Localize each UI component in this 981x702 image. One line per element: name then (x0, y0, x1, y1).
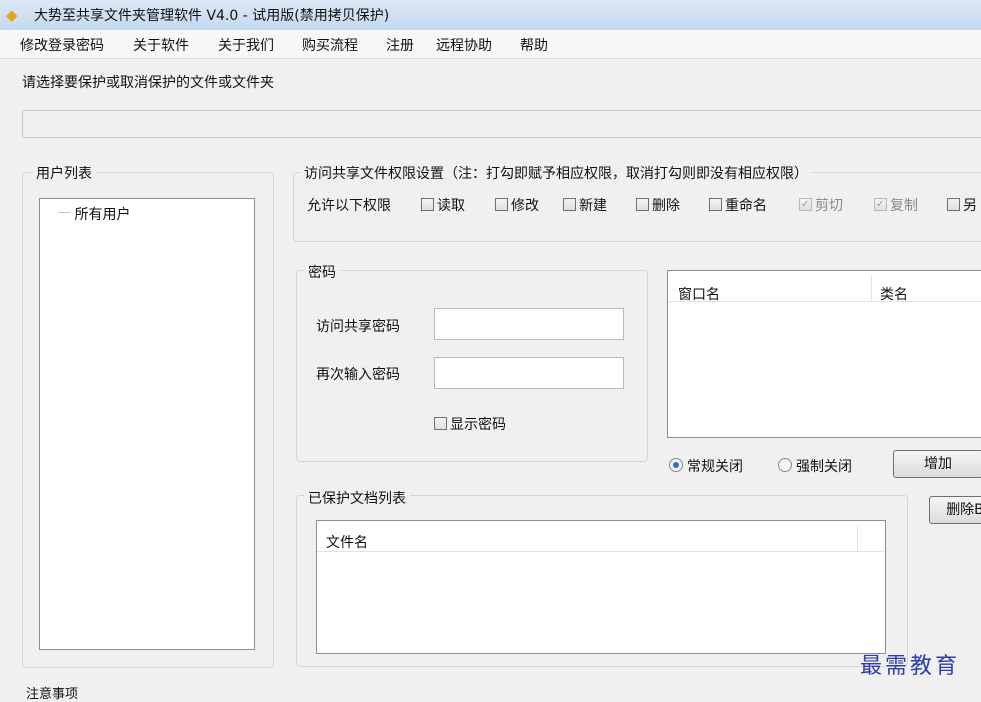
perm-modify-label: 修改 (511, 198, 539, 214)
menu-change-login-password[interactable]: 修改登录密码 (20, 35, 104, 55)
menu-bar: 修改登录密码 关于软件 关于我们 购买流程 注册 远程协助 帮助 (0, 30, 981, 59)
confirm-password-input[interactable] (434, 357, 624, 389)
perm-modify-checkbox[interactable]: 修改 (495, 195, 539, 215)
column-class-name[interactable]: 类名 (880, 284, 908, 304)
show-password-checkbox[interactable]: 显示密码 (434, 414, 506, 434)
watermark-text: 最需教育 (860, 654, 961, 679)
title-bar: ◆ 大势至共享文件夹管理软件 V4.0 - 试用版(禁用拷贝保护) (0, 0, 981, 31)
path-field[interactable] (22, 110, 981, 138)
perm-cut-checkbox: 剪切 (799, 195, 843, 215)
radio-dot (778, 458, 792, 472)
checkbox-box (563, 198, 576, 211)
checkbox-box (947, 198, 960, 211)
window-title: 大势至共享文件夹管理软件 V4.0 - 试用版(禁用拷贝保护) (34, 8, 390, 24)
perm-copy-checkbox: 复制 (874, 195, 918, 215)
checkbox-box (495, 198, 508, 211)
column-divider (871, 275, 872, 301)
column-file-name[interactable]: 文件名 (326, 532, 368, 552)
perm-rename-checkbox[interactable]: 重命名 (709, 195, 767, 215)
radio-dot (669, 458, 683, 472)
radio-normal-close-label: 常规关闭 (687, 459, 743, 475)
confirm-password-label: 再次输入密码 (316, 367, 400, 383)
perm-read-label: 读取 (437, 198, 465, 214)
protected-docs-header: 文件名 (317, 521, 885, 552)
delete-button[interactable]: 删除B (929, 496, 981, 524)
menu-register[interactable]: 注册 (386, 35, 414, 55)
window-list-header: 窗口名 类名 (668, 271, 981, 304)
checkbox-box (874, 198, 887, 211)
access-password-label: 访问共享密码 (316, 319, 400, 335)
perm-delete-label: 删除 (652, 198, 680, 214)
allow-permissions-label: 允许以下权限 (307, 198, 391, 214)
checkbox-box (636, 198, 649, 211)
protected-docs-list[interactable]: 文件名 (316, 520, 886, 654)
tree-item-label: 所有用户 (74, 207, 131, 223)
add-button[interactable]: 增加 (893, 450, 981, 478)
window-list-view[interactable]: 窗口名 类名 (667, 270, 981, 438)
perm-rename-label: 重命名 (725, 198, 767, 214)
access-password-input[interactable] (434, 308, 624, 340)
checkbox-box (434, 417, 447, 430)
menu-purchase-process[interactable]: 购买流程 (302, 35, 358, 55)
radio-normal-close[interactable]: 常规关闭 (669, 456, 743, 476)
perm-other-label: 另 (963, 198, 977, 214)
tree-item-all-users[interactable]: ┈┈ 所有用户 (58, 204, 131, 224)
show-password-label: 显示密码 (450, 417, 506, 433)
perm-new-label: 新建 (579, 198, 607, 214)
column-window-name[interactable]: 窗口名 (678, 284, 720, 304)
checkbox-box (421, 198, 434, 211)
perm-delete-checkbox[interactable]: 删除 (636, 195, 680, 215)
checkbox-box (709, 198, 722, 211)
protected-docs-label: 已保护文档列表 (304, 488, 410, 508)
menu-help[interactable]: 帮助 (520, 35, 548, 55)
password-group-label: 密码 (304, 262, 340, 282)
perm-cut-label: 剪切 (815, 198, 843, 214)
radio-force-close[interactable]: 强制关闭 (778, 456, 852, 476)
app-icon: ◆ (6, 6, 18, 24)
tree-connector-icon: ┈┈ (58, 208, 71, 219)
checkbox-box (799, 198, 812, 211)
radio-force-close-label: 强制关闭 (796, 459, 852, 475)
instruction-text: 请选择要保护或取消保护的文件或文件夹 (22, 75, 274, 91)
perm-read-checkbox[interactable]: 读取 (421, 195, 465, 215)
menu-about-us[interactable]: 关于我们 (218, 35, 274, 55)
user-tree[interactable]: ┈┈ 所有用户 (39, 198, 255, 650)
user-list-label: 用户列表 (32, 163, 96, 183)
perm-copy-label: 复制 (890, 198, 918, 214)
column-divider (857, 525, 858, 551)
menu-remote-assist[interactable]: 远程协助 (436, 35, 492, 55)
perm-new-checkbox[interactable]: 新建 (563, 195, 607, 215)
menu-about-software[interactable]: 关于软件 (133, 35, 189, 55)
permissions-label: 访问共享文件权限设置（注：打勾即赋予相应权限，取消打勾则即没有相应权限） (300, 163, 812, 183)
perm-other-checkbox[interactable]: 另 (947, 195, 977, 215)
